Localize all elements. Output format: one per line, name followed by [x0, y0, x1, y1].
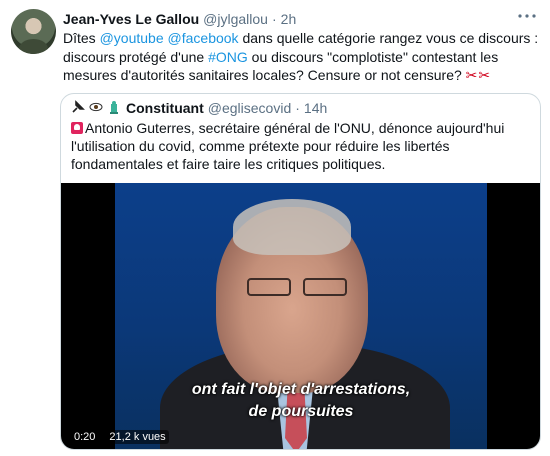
eye-icon — [89, 100, 103, 117]
video-duration: 0:20 — [71, 430, 99, 444]
statue-icon — [107, 100, 121, 117]
more-icon[interactable] — [516, 7, 538, 25]
separator-dot: · — [271, 11, 277, 27]
avatar[interactable] — [11, 9, 56, 54]
separator-dot: · — [295, 100, 300, 116]
author-name[interactable]: Jean-Yves Le Gallou — [63, 11, 199, 27]
video-player[interactable]: ont fait l'objet d'arrestations, de pour… — [61, 183, 540, 449]
video-subtitle: ont fait l'objet d'arrestations, de pour… — [115, 379, 487, 423]
quoted-author-name[interactable]: Constituant — [126, 100, 204, 116]
hashtag-ong[interactable]: #ONG — [208, 49, 248, 65]
video-stats: 0:20 21,2 k vues — [71, 430, 169, 444]
quoted-tweet-header: Constituant @eglisecovid · 14h — [71, 98, 327, 118]
speaker-glasses — [303, 278, 347, 296]
speaker-glasses — [247, 278, 291, 296]
author-emoji-group — [71, 99, 121, 117]
author-handle[interactable]: @jylgallou — [203, 11, 268, 27]
mention-youtube[interactable]: @youtube — [100, 30, 164, 46]
scissors-icon: ✂✂ — [465, 67, 492, 83]
subtitle-line: ont fait l'objet d'arrestations, — [191, 381, 411, 398]
quoted-tweet-text: Antonio Guterres, secrétaire général de … — [71, 119, 533, 173]
quoted-author-handle[interactable]: @eglisecovid — [208, 100, 291, 116]
tweet-time[interactable]: 2h — [281, 11, 297, 27]
tweet-text: Dîtes @youtube @facebook dans quelle cat… — [63, 29, 539, 85]
tweet[interactable]: Jean-Yves Le Gallou @jylgallou · 2h Dîte… — [0, 0, 550, 456]
quoted-tweet[interactable]: Constituant @eglisecovid · 14h Antonio G… — [60, 93, 541, 450]
tweet-header: Jean-Yves Le Gallou @jylgallou · 2h — [63, 9, 296, 29]
quoted-tweet-time[interactable]: 14h — [304, 100, 327, 116]
siren-icon — [71, 122, 83, 134]
pin-icon — [71, 99, 85, 117]
mention-facebook[interactable]: @facebook — [168, 30, 239, 46]
quoted-text-body: Antonio Guterres, secrétaire général de … — [71, 120, 505, 172]
tweet-text-part: Dîtes — [63, 30, 100, 46]
speaker-hair — [233, 199, 351, 255]
video-views: 21,2 k vues — [106, 430, 169, 444]
subtitle-line: de poursuites — [248, 403, 354, 420]
